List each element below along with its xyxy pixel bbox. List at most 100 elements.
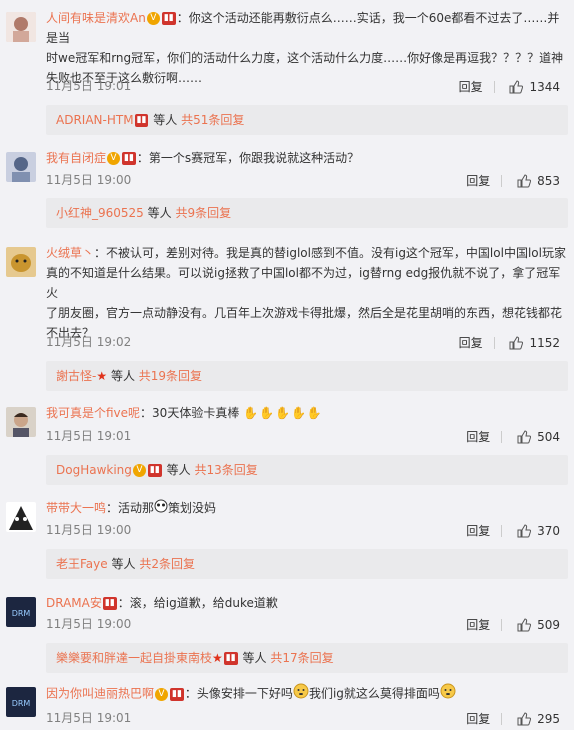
medal-badge-icon: ▮▮ (134, 114, 149, 127)
red-star-icon: ★ (96, 369, 108, 383)
replies-preview[interactable]: 謝古怪-★ 等人 共19条回复 (46, 361, 568, 391)
sweat-emoji-icon (440, 683, 456, 705)
comment-time: 11月5日 19:01 (46, 79, 132, 93)
red-star-icon: ★ (212, 651, 223, 665)
comment-item: 人间有味是清欢An V ▮▮ ：你这个活动还能再敷衍点么……实话，我一个60e都看不过… (0, 0, 574, 140)
more-replies-link[interactable]: 共9条回复 (175, 206, 231, 220)
comment-content-line: 时we冠军和rng冠军，你们的活动什么力度，这个活动什么力度……你好像是再逗我？… (46, 51, 564, 65)
vip-badge-icon: V (155, 687, 169, 701)
like-button[interactable]: 853 (517, 170, 560, 191)
comment-author[interactable]: 火绒草丶 (46, 246, 94, 260)
clap-emoji-icon: ✋✋✋✋✋ (243, 406, 323, 420)
reply-button[interactable]: 回复 (466, 171, 490, 191)
more-replies-link[interactable]: 共19条回复 (139, 369, 202, 383)
comment-content-line: ：第一个s赛冠军，你跟我说就这种活动？ (136, 151, 360, 165)
comment-text: 因为你叫迪丽热巴啊 V ▮▮ ：头像安排一下好吗 我们ig就这么莫得排面吗 (46, 683, 568, 705)
comment-actions: 回复 370 (466, 520, 560, 541)
comment-text: 我有自闭症 V ▮▮ ：第一个s赛冠军，你跟我说就这种活动？ (46, 148, 568, 168)
like-count: 370 (537, 523, 560, 538)
medal-badge-icon: ▮▮ (161, 12, 176, 25)
comment-meta: 11月5日 19:00 回复 509 (46, 614, 568, 634)
comment-author[interactable]: 带带大一鸣 (46, 501, 106, 515)
comment-meta: 11月5日 19:01 回复 1344 (46, 76, 568, 96)
comment-text: DRAMA安 ▮▮ ：滚，给ig道歉，给duke道歉 (46, 593, 568, 613)
more-replies-link[interactable]: 共17条回复 (270, 651, 333, 665)
comment-item: 我有自闭症 V ▮▮ ：第一个s赛冠军，你跟我说就这种活动？ 11月5日 19:00 … (0, 140, 574, 235)
svg-text:DRM: DRM (12, 699, 31, 708)
comment-actions: 回复 1344 (459, 76, 560, 97)
comment-content-line: ：活动那 (106, 501, 155, 515)
avatar[interactable] (6, 247, 36, 277)
more-replies-link[interactable]: 共51条回复 (181, 113, 244, 127)
comment-author[interactable]: 我有自闭症 (46, 151, 106, 165)
replies-preview[interactable]: 老王Faye 等人 共2条回复 (46, 549, 568, 579)
like-button[interactable]: 370 (517, 520, 560, 541)
comment-time: 11月5日 19:01 (46, 429, 132, 443)
reply-button[interactable]: 回复 (466, 709, 490, 729)
reply-button[interactable]: 回复 (459, 333, 483, 353)
comment-item: 我可真是个five呢：30天体验卡真棒 ✋✋✋✋✋ 11月5日 19:01 回复… (0, 397, 574, 492)
reply-connector: 等人 (110, 369, 135, 383)
thumbs-up-icon (509, 336, 524, 350)
reply-connector: 等人 (166, 463, 191, 477)
replies-preview[interactable]: ADRIAN-HTM ▮▮ 等人 共51条回复 (46, 105, 568, 135)
comment-meta: 11月5日 19:01 回复 504 (46, 426, 568, 446)
replies-preview[interactable]: 小红神_960525 等人 共9条回复 (46, 198, 568, 228)
comment-author[interactable]: 因为你叫迪丽热巴啊 (46, 687, 154, 701)
comment-time: 11月5日 19:00 (46, 173, 132, 187)
avatar[interactable] (6, 407, 36, 437)
comment-author[interactable]: 人间有味是清欢An (46, 11, 146, 25)
avatar[interactable] (6, 152, 36, 182)
avatar[interactable]: DRM (6, 597, 36, 627)
thumbs-up-icon (517, 524, 532, 538)
reply-author[interactable]: 老王Faye (56, 557, 108, 571)
reply-author[interactable]: 謝古怪- (56, 369, 96, 383)
comment-item: 带带大一鸣：活动那 策划没妈 11月5日 19:00 回复 370 老王Faye … (0, 492, 574, 587)
like-button[interactable]: 1344 (509, 76, 560, 97)
reply-button[interactable]: 回复 (466, 615, 490, 635)
reply-connector: 等人 (242, 651, 267, 665)
comment-item: DRM DRAMA安 ▮▮ ：滚，给ig道歉，给duke道歉 11月5日 19:00… (0, 587, 574, 677)
comment-time: 11月5日 19:00 (46, 523, 132, 537)
like-button[interactable]: 295 (517, 708, 560, 729)
replies-preview[interactable]: DogHawking V ▮▮ 等人 共13条回复 (46, 455, 568, 485)
reply-author[interactable]: DogHawking (56, 463, 132, 477)
like-button[interactable]: 1152 (509, 332, 560, 353)
reply-button[interactable]: 回复 (466, 427, 490, 447)
sweat-emoji-icon (293, 683, 309, 705)
medal-badge-icon: ▮▮ (102, 597, 117, 610)
reply-connector: 等人 (111, 557, 136, 571)
like-count: 509 (537, 617, 560, 632)
like-button[interactable]: 509 (517, 614, 560, 635)
comment-time: 11月5日 19:02 (46, 335, 132, 349)
comment-feed: 人间有味是清欢An V ▮▮ ：你这个活动还能再敷衍点么……实话，我一个60e都看不过… (0, 0, 574, 730)
avatar[interactable]: DRM (6, 687, 36, 717)
thumbs-up-icon (517, 712, 532, 726)
reply-button[interactable]: 回复 (466, 521, 490, 541)
like-button[interactable]: 504 (517, 426, 560, 447)
comment-author[interactable]: 我可真是个five呢 (46, 406, 140, 420)
comment-content-line: 真的不知道是什么结果。可以说ig拯救了中国lol都不为过，ig替rng edg报… (46, 266, 561, 300)
comment-author[interactable]: DRAMA安 (46, 596, 102, 610)
more-replies-link[interactable]: 共2条回复 (139, 557, 195, 571)
vip-badge-icon: V (146, 12, 160, 25)
reply-button[interactable]: 回复 (459, 77, 483, 97)
more-replies-link[interactable]: 共13条回复 (194, 463, 257, 477)
thumbs-up-icon (509, 80, 524, 94)
avatar[interactable] (6, 12, 36, 42)
replies-preview[interactable]: 樂樂要和胖達一起自掛東南枝★ ▮▮ 等人 共17条回复 (46, 643, 568, 673)
like-count: 295 (537, 711, 560, 726)
like-count: 504 (537, 429, 560, 444)
vip-badge-icon: V (132, 464, 146, 477)
comment-content-line: ：滚，给ig道歉，给duke道歉 (117, 596, 278, 610)
reply-connector: 等人 (147, 206, 172, 220)
avatar[interactable] (6, 502, 36, 532)
reply-author[interactable]: 小红神_960525 (56, 206, 144, 220)
reply-author[interactable]: 樂樂要和胖達一起自掛東南枝 (56, 651, 212, 665)
medal-badge-icon: ▮▮ (170, 687, 184, 701)
thumbs-up-icon (517, 618, 532, 632)
comment-actions: 回复 504 (466, 426, 560, 447)
comment-content-line: ：不被认可，差别对待。我是真的替iglol感到不值。没有ig这个冠军，中国lol… (94, 246, 566, 260)
comment-actions: 回复 509 (466, 614, 560, 635)
reply-author[interactable]: ADRIAN-HTM (56, 113, 134, 127)
